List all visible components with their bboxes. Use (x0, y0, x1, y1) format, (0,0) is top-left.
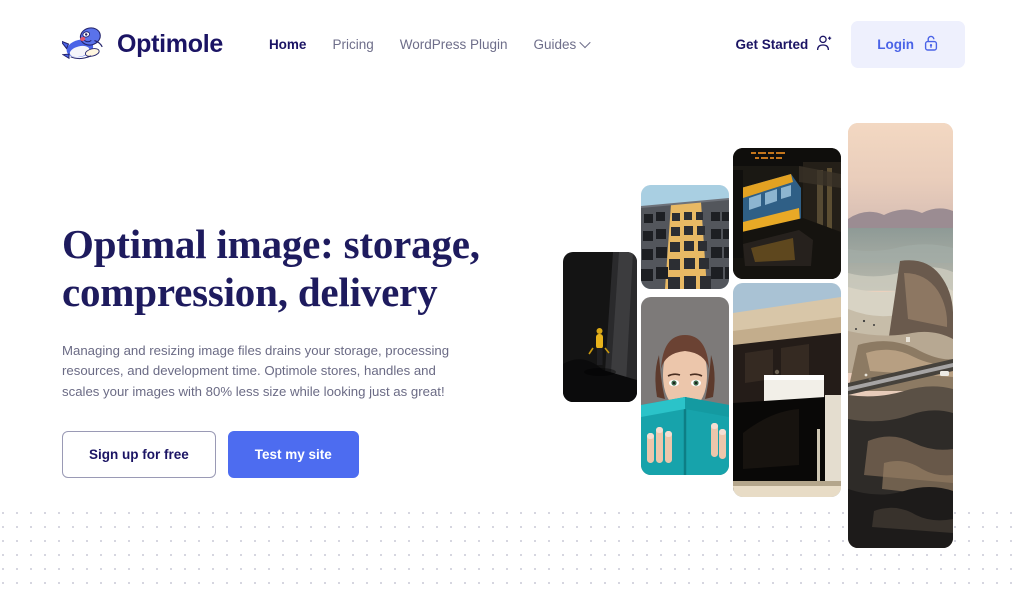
get-started-button[interactable]: Get Started (735, 34, 833, 55)
brand-logo[interactable]: Optimole (62, 23, 223, 65)
collage-image-building-facade-upward (641, 185, 729, 289)
chevron-down-icon (579, 36, 591, 49)
sign-up-free-button[interactable]: Sign up for free (62, 431, 216, 479)
login-button[interactable]: Login (851, 20, 965, 68)
test-my-site-button[interactable]: Test my site (227, 431, 359, 479)
brand-name: Optimole (117, 29, 223, 58)
page-title: Optimal image: storage, compression, del… (62, 221, 480, 316)
nav-item-label: Guides (533, 36, 577, 52)
nav-item-label: Home (268, 36, 307, 52)
get-started-label: Get Started (735, 36, 809, 52)
nav-item-home[interactable]: Home (269, 37, 307, 52)
site-header: Optimole Home Pricing WordPress Plugin G… (0, 0, 1023, 88)
collage-image-train-at-night-station (733, 148, 841, 279)
collage-image-caver-in-dark-cave (563, 252, 637, 402)
hero-cta-row: Sign up for free Test my site (62, 431, 520, 479)
padlock-open-icon (923, 34, 939, 55)
hero-section: Optimal image: storage, compression, del… (0, 88, 520, 479)
nav-item-wordpress-plugin[interactable]: WordPress Plugin (400, 37, 508, 52)
collage-image-modern-architecture (733, 283, 841, 497)
header-actions: Get Started Login (735, 20, 965, 68)
nav-item-pricing[interactable]: Pricing (332, 37, 373, 52)
collage-image-woman-holding-teal-book (641, 297, 729, 475)
hero-description: Managing and resizing image files drains… (62, 342, 450, 399)
user-plus-icon (816, 34, 833, 55)
collage-image-coastal-aerial-sunset (848, 123, 953, 548)
login-label: Login (877, 36, 914, 52)
main-navigation: Home Pricing WordPress Plugin Guides (269, 36, 591, 52)
hero-image-collage (560, 0, 1023, 590)
nav-item-label: Pricing (332, 36, 374, 52)
nav-item-label: WordPress Plugin (399, 36, 508, 52)
mole-mascot-icon (62, 23, 108, 65)
nav-item-guides[interactable]: Guides (533, 36, 591, 52)
